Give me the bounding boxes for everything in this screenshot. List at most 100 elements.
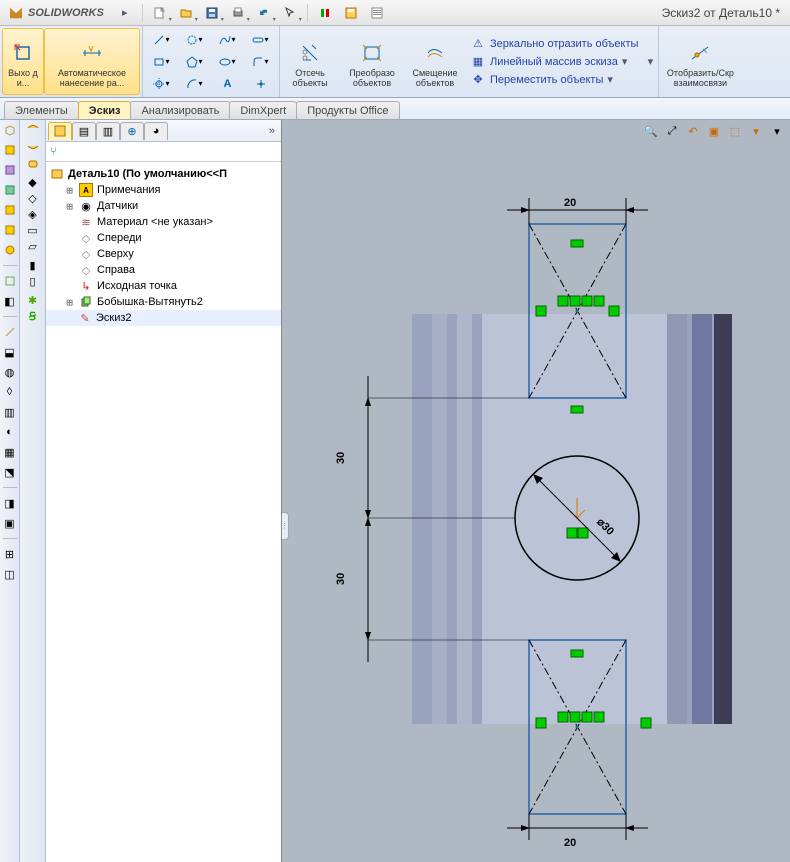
menu-expand[interactable]: ▸ — [114, 3, 136, 23]
exit-sketch-button[interactable]: Выхо д и... — [2, 28, 44, 95]
tree-item-material[interactable]: ≋Материал <не указан> — [46, 214, 281, 230]
convert-entities-button[interactable]: Преобразо объектов — [338, 28, 406, 95]
tab-sketch[interactable]: Эскиз — [78, 101, 132, 119]
tab-office[interactable]: Продукты Office — [296, 101, 399, 119]
tree-tab-property-manager[interactable]: ▤ — [72, 122, 96, 140]
trim-button[interactable]: Отсечь объекты — [282, 28, 338, 95]
twist-icon[interactable]: ⊞ — [64, 200, 75, 213]
sketch-tools-pad: ▾ ▾ ▾ ▾ ▾ ▾ ▾ ▾ ▾ ▾ A — [145, 28, 277, 95]
text-tool[interactable]: A — [211, 73, 244, 95]
tree-item-front-plane[interactable]: ◇Спереди — [46, 230, 281, 246]
surf-7[interactable]: ▭ — [27, 224, 37, 237]
select-button[interactable]: ▾ — [279, 3, 301, 23]
tab-elements[interactable]: Элементы — [4, 101, 79, 119]
dim-top-width[interactable]: 20 — [507, 197, 648, 224]
tree-tab-feature-manager[interactable] — [48, 122, 72, 140]
new-button[interactable]: ▾ — [149, 3, 171, 23]
point-tool[interactable] — [244, 73, 277, 95]
move-entities-button[interactable]: ✥Переместить объекты▾ — [470, 72, 638, 88]
spline-a[interactable]: ✱ — [28, 294, 37, 307]
tree-item-sketch2[interactable]: ✎Эскиз2 — [46, 310, 281, 326]
feature-rib[interactable]: ◧ — [2, 293, 18, 309]
tab-dimxpert[interactable]: DimXpert — [229, 101, 297, 119]
save-button[interactable]: ▾ — [201, 3, 223, 23]
arc-tool[interactable]: ▾ — [178, 73, 211, 95]
surf-9[interactable]: ▮ — [29, 259, 35, 272]
spline-tool[interactable]: ▾ — [211, 29, 244, 51]
feature-cut[interactable] — [2, 162, 18, 178]
surf-4[interactable]: ◆ — [28, 176, 36, 189]
tree-item-top-plane[interactable]: ◇Сверху — [46, 246, 281, 262]
tree-tabs-more[interactable]: » — [269, 125, 275, 137]
tool-l[interactable]: ◫ — [2, 566, 18, 582]
tree-item-right-plane[interactable]: ◇Справа — [46, 262, 281, 278]
tool-d[interactable]: ◊ — [2, 384, 18, 400]
twist-icon[interactable]: ⊞ — [64, 184, 75, 197]
surf-8[interactable]: ▱ — [28, 240, 36, 253]
fillet-tool[interactable]: ▾ — [244, 51, 277, 73]
feature-revolve[interactable] — [2, 202, 18, 218]
spline-b[interactable]: Ꞩ — [29, 310, 36, 323]
tool-i[interactable]: ◨ — [2, 495, 18, 511]
feature-extrude[interactable] — [2, 142, 18, 158]
app-name: SOLIDWORKS — [28, 7, 104, 19]
tree-tab-display[interactable]: ◕ — [144, 122, 168, 140]
ellipse-tool[interactable]: ▾ — [211, 51, 244, 73]
move-icon: ✥ — [470, 72, 486, 88]
tool-k[interactable]: ⊞ — [2, 546, 18, 562]
slot-tool[interactable]: ▾ — [244, 29, 277, 51]
plane-icon: ◇ — [79, 263, 93, 277]
smart-dimension-button[interactable]: Автоматическое нанесение ра... — [44, 28, 140, 95]
feature-hole[interactable] — [2, 242, 18, 258]
options-button[interactable] — [340, 3, 362, 23]
centerline-tool[interactable]: ▾ — [145, 73, 178, 95]
tree-item-origin[interactable]: ↳Исходная точка — [46, 278, 281, 294]
print-button[interactable]: ▾ — [227, 3, 249, 23]
twist-icon[interactable]: ⊞ — [64, 296, 75, 309]
view-3d[interactable] — [2, 122, 18, 138]
tree-filter[interactable]: ⑂ — [46, 142, 281, 162]
ribbon-expand[interactable]: ▾ — [644, 28, 656, 95]
tree-tab-config[interactable]: ▥ — [96, 122, 120, 140]
surf-10[interactable]: ▯ — [29, 275, 35, 288]
tool-c[interactable]: ◍ — [2, 364, 18, 380]
tool-j[interactable]: ▣ — [2, 515, 18, 531]
sensors-icon: ◉ — [79, 199, 93, 213]
line-tool[interactable]: ▾ — [145, 29, 178, 51]
tree-item-sensors[interactable]: ⊞◉Датчики — [46, 198, 281, 214]
undo-button[interactable]: ▾ — [253, 3, 275, 23]
circle-tool[interactable]: ▾ — [178, 29, 211, 51]
tree-tab-dimxpert[interactable]: ⊕ — [120, 122, 144, 140]
feature-fillet[interactable] — [2, 182, 18, 198]
relations-button[interactable]: Отобразить/Скр взаимосвязи — [661, 28, 739, 95]
surf-2[interactable] — [27, 140, 39, 155]
properties-button[interactable] — [366, 3, 388, 23]
plane-icon: ◇ — [79, 247, 93, 261]
tab-evaluate[interactable]: Анализировать — [130, 101, 230, 119]
feature-shell[interactable] — [2, 273, 18, 289]
tree-item-boss-extrude[interactable]: ⊞Бобышка-Вытянуть2 — [46, 294, 281, 310]
tool-a[interactable] — [2, 324, 18, 340]
tool-b[interactable]: ⬓ — [2, 344, 18, 360]
dim-bottom-width[interactable]: 20 — [507, 814, 648, 849]
svg-text:20: 20 — [564, 197, 576, 209]
surf-1[interactable] — [27, 122, 39, 137]
rebuild-button[interactable] — [314, 3, 336, 23]
surf-6[interactable]: ◈ — [28, 208, 36, 221]
open-button[interactable]: ▾ — [175, 3, 197, 23]
surf-3[interactable] — [27, 158, 39, 173]
tool-f[interactable]: ◐ — [2, 424, 18, 440]
tool-h[interactable]: ⬔ — [2, 464, 18, 480]
tool-e[interactable]: ▥ — [2, 404, 18, 420]
linear-pattern-button[interactable]: ▦Линейный массив эскиза▾ — [470, 54, 638, 70]
tree-root[interactable]: Деталь10 (По умолчанию<<П — [46, 166, 281, 182]
surf-5[interactable]: ◇ — [28, 192, 36, 205]
offset-button[interactable]: Смещение объектов — [406, 28, 464, 95]
tool-g[interactable]: ▦ — [2, 444, 18, 460]
graphics-area[interactable]: 🔍 ⤢ ↶ ▣ ⬚ ▾ ▾ ⋮ — [282, 120, 790, 862]
feature-sweep[interactable] — [2, 222, 18, 238]
rectangle-tool[interactable]: ▾ — [145, 51, 178, 73]
mirror-entities-button[interactable]: ⚠Зеркально отразить объекты — [470, 36, 638, 52]
tree-item-notes[interactable]: ⊞AПримечания — [46, 182, 281, 198]
polygon-tool[interactable]: ▾ — [178, 51, 211, 73]
